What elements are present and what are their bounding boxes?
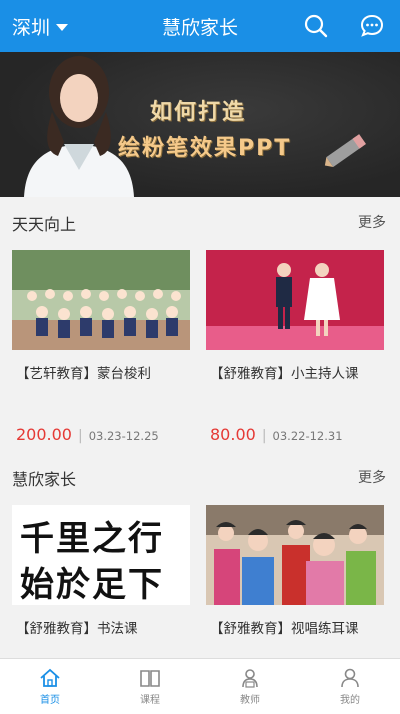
chat-icon[interactable] xyxy=(358,12,386,40)
top-bar: 深圳 慧欣家长 xyxy=(0,0,400,52)
banner-headline: 如何打造 xyxy=(150,100,247,125)
section-header-tiantian: 天天向上 更多 xyxy=(0,203,400,239)
course-title: 【舒雅教育】小主持人课 xyxy=(210,366,359,382)
teacher-icon xyxy=(242,669,258,688)
book-icon xyxy=(140,670,160,687)
divider: | xyxy=(261,428,267,444)
profile-icon xyxy=(341,668,359,688)
course-title: 【艺轩教育】蒙台梭利 xyxy=(16,366,151,382)
calligraphy-line1: 千里之行 xyxy=(20,519,164,559)
more-link[interactable]: 更多 xyxy=(358,212,386,232)
course-dates: 03.22-12.31 xyxy=(272,429,343,443)
section-title: 天天向上 xyxy=(12,215,77,234)
search-icon[interactable] xyxy=(302,12,330,40)
tab-label: 首页 xyxy=(40,695,60,706)
page-title: 慧欣家长 xyxy=(161,17,238,39)
course-card[interactable]: 【艺轩教育】蒙台梭利 200.00 | 03.23-12.25 xyxy=(12,250,190,444)
course-dates: 03.23-12.25 xyxy=(88,429,159,443)
banner-subheadline: 绘粉笔效果PPT xyxy=(118,136,292,161)
price-row: 200.00 | 03.23-12.25 xyxy=(16,425,159,444)
course-image-singing xyxy=(206,505,384,605)
tab-courses[interactable]: 课程 xyxy=(100,659,200,714)
tab-label: 课程 xyxy=(140,695,160,706)
course-title: 【舒雅教育】书法课 xyxy=(16,621,138,637)
section-title: 慧欣家长 xyxy=(12,470,77,489)
course-card[interactable]: 【舒雅教育】视唱练耳课 xyxy=(206,505,384,639)
course-image-montessori xyxy=(12,250,190,350)
course-card[interactable]: 千里之行 始於足下 【舒雅教育】书法课 xyxy=(12,505,190,639)
course-image-calligraphy: 千里之行 始於足下 xyxy=(12,505,190,605)
tab-profile[interactable]: 我的 xyxy=(300,659,400,714)
course-image-host xyxy=(206,250,384,350)
more-link[interactable]: 更多 xyxy=(358,467,386,487)
calligraphy-line2: 始於足下 xyxy=(20,565,164,605)
course-card[interactable]: 【舒雅教育】小主持人课 80.00 | 03.22-12.31 xyxy=(206,250,384,444)
course-price: 80.00 xyxy=(210,425,256,444)
tab-teachers[interactable]: 教师 xyxy=(200,659,300,714)
tab-label: 我的 xyxy=(340,695,360,706)
course-title: 【舒雅教育】视唱练耳课 xyxy=(210,621,359,637)
section-header-huixin: 慧欣家长 更多 xyxy=(0,458,400,494)
bottom-tab-bar: 首页 课程 教师 我的 xyxy=(0,658,400,714)
teacher-photo xyxy=(24,56,134,197)
divider: | xyxy=(77,428,83,444)
pencil-icon xyxy=(324,134,367,167)
tab-home[interactable]: 首页 xyxy=(0,659,100,714)
promo-banner[interactable]: 如何打造 绘粉笔效果PPT xyxy=(0,52,400,197)
price-row: 80.00 | 03.22-12.31 xyxy=(210,425,343,444)
course-price: 200.00 xyxy=(16,425,72,444)
home-icon xyxy=(40,668,60,687)
tab-label: 教师 xyxy=(240,695,260,706)
